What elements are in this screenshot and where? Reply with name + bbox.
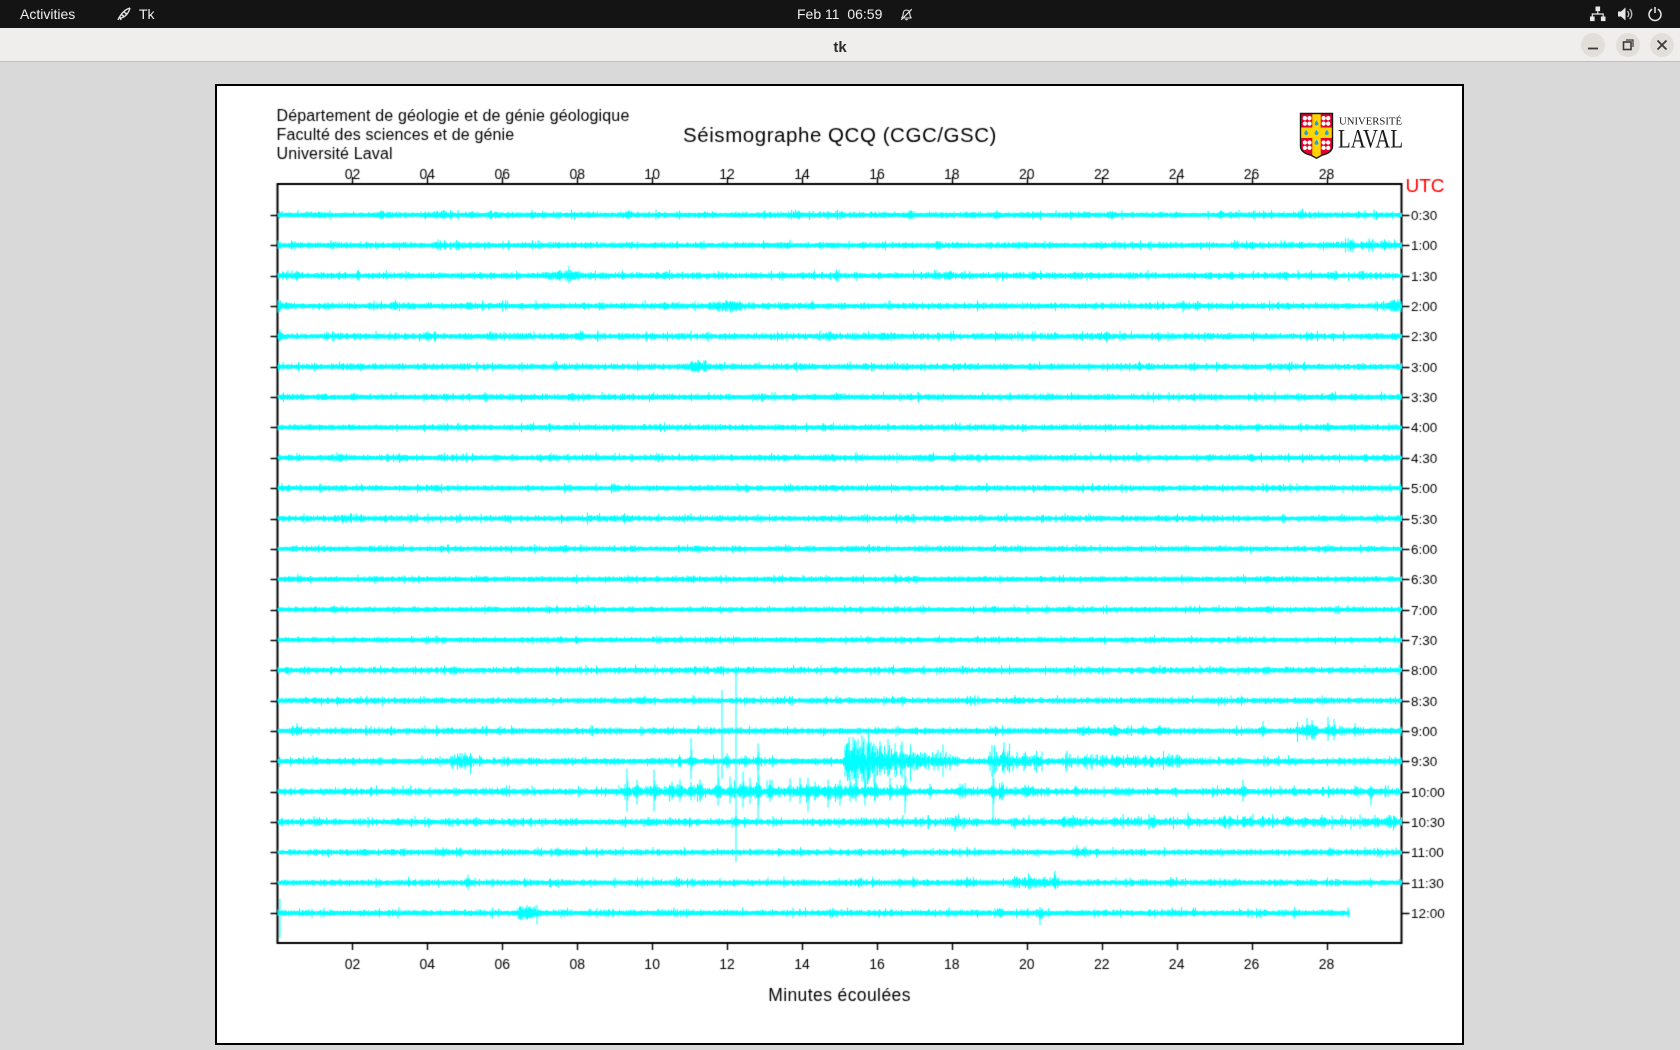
svg-text:LAVAL: LAVAL <box>1338 125 1403 154</box>
